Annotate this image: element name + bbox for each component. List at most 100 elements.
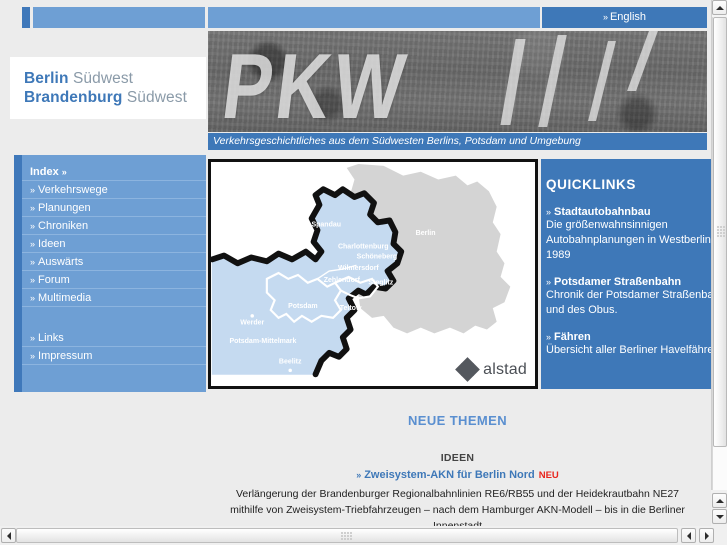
- map-label-zehlendorf: Zehlendorf: [324, 277, 361, 284]
- chevron-right-icon: »: [546, 207, 552, 217]
- sidebar-item-label: Forum: [38, 274, 70, 286]
- chevron-right-icon: »: [602, 12, 608, 22]
- map-label-wilmersdorf: Wilmersdorf: [338, 265, 379, 272]
- browser-viewport: » English Berlin Südwest Brandenburg Südw…: [0, 0, 711, 528]
- neue-themen-section: NEUE THEMEN IDEEN » Zweisystem-AKN für Be…: [208, 398, 707, 528]
- quicklink-title-label: Stadtautobahnbau: [554, 206, 651, 218]
- vertical-scrollbar-thumb[interactable]: [713, 17, 727, 447]
- chevron-right-icon: »: [30, 275, 36, 285]
- neue-themen-heading: NEUE THEMEN: [407, 413, 508, 428]
- sidebar-item-impressum[interactable]: » Impressum: [22, 347, 206, 365]
- neue-themen-kicker: IDEEN: [440, 452, 475, 464]
- horizontal-scrollbar-thumb[interactable]: [16, 528, 678, 543]
- arrow-down-icon: [715, 514, 724, 519]
- chevron-right-icon: »: [30, 257, 36, 267]
- scroll-left-button[interactable]: [1, 528, 16, 543]
- diamond-cluster-icon: [455, 357, 480, 382]
- web-page: » English Berlin Südwest Brandenburg Südw…: [0, 0, 711, 528]
- sidebar-item-label: Ideen: [38, 238, 66, 250]
- quicklink-entry: » Fähren Übersicht aller Berliner Havelfä…: [546, 331, 711, 358]
- chevron-right-icon: »: [30, 351, 36, 361]
- sidebar-item-links[interactable]: » Links: [22, 329, 206, 347]
- map-label-schoeneberg: Schöneberg: [357, 253, 397, 260]
- chevron-right-icon: »: [30, 221, 36, 231]
- banner-photo: PKW: [208, 31, 707, 132]
- alstad-logo: alstad: [455, 357, 527, 382]
- scroll-up-button[interactable]: [712, 0, 727, 15]
- quicklink-faehren[interactable]: » Fähren: [546, 331, 711, 343]
- sidebar-item-index[interactable]: Index»: [22, 163, 206, 181]
- arrow-left-icon: [686, 531, 691, 540]
- sidebar-divider: [22, 307, 206, 329]
- logo-line-1-rest: Südwest: [68, 70, 134, 87]
- top-bar-left-block: [33, 7, 205, 28]
- bottom-left-filler: [0, 398, 208, 528]
- scroll-left-button-right[interactable]: [681, 528, 696, 543]
- map-dot-teltow: [354, 298, 359, 303]
- sidebar-item-multimedia[interactable]: » Multimedia: [22, 289, 206, 307]
- scroll-right-button[interactable]: [699, 528, 714, 543]
- logo-line-2: Brandenburg Südwest: [24, 88, 206, 107]
- map-dot-beelitz: [288, 368, 292, 373]
- sidebar-item-forum[interactable]: » Forum: [22, 271, 206, 289]
- quicklink-potsdamer-strassenbahn[interactable]: » Potsdamer Straßenbahn: [546, 276, 711, 288]
- scroll-up-button-bottom[interactable]: [712, 493, 727, 508]
- sidebar-item-auswaerts[interactable]: » Auswärts: [22, 253, 206, 271]
- logo-line-1-bold: Berlin: [24, 70, 69, 87]
- quicklink-description: Übersicht aller Berliner Havelfähren: [546, 344, 711, 356]
- chevron-right-icon: »: [30, 203, 36, 213]
- region-map-svg: Spandau Charlottenburg Schöneberg Wilmer…: [211, 162, 534, 386]
- map-label-beelitz: Beelitz: [279, 359, 302, 366]
- chevron-right-icon: »: [30, 239, 36, 249]
- neue-themen-link[interactable]: » Zweisystem-AKN für Berlin Nord NEU: [208, 469, 707, 481]
- sidebar-nav: Index» » Verkehrswege » Planungen » Chronik…: [14, 155, 206, 392]
- neue-themen-link-label: Zweisystem-AKN für Berlin Nord: [364, 469, 535, 481]
- site-tagline: Verkehrsgeschichtliches aus dem Südweste…: [208, 133, 707, 150]
- top-bar-right-block: [208, 7, 540, 28]
- vertical-scrollbar[interactable]: [711, 0, 727, 490]
- quicklink-entry: » Stadtautobahnbau Die größenwahnsinnigen…: [546, 206, 711, 263]
- map-label-charlottenburg: Charlottenburg: [338, 244, 389, 251]
- sidebar-item-planungen[interactable]: » Planungen: [22, 199, 206, 217]
- chevron-right-icon: »: [30, 333, 36, 343]
- logo-line-2-bold: Brandenburg: [24, 89, 123, 106]
- alstad-logo-word: alstad: [483, 360, 527, 378]
- sidebar-nav-list: Index» » Verkehrswege » Planungen » Chronik…: [22, 155, 206, 365]
- map-dot-werder: [250, 314, 254, 318]
- site-logo[interactable]: Berlin Südwest Brandenburg Südwest: [10, 57, 206, 119]
- horizontal-scrollbar[interactable]: [0, 526, 727, 545]
- logo-line-1: Berlin Südwest: [24, 69, 206, 88]
- region-map[interactable]: Spandau Charlottenburg Schöneberg Wilmer…: [208, 159, 538, 389]
- sidebar-item-ideen[interactable]: » Ideen: [22, 235, 206, 253]
- scroll-down-button[interactable]: [712, 509, 727, 524]
- quicklinks-panel: QUICKLINKS » Stadtautobahnbau Die größenw…: [541, 159, 711, 389]
- quicklink-stadtautobahnbau[interactable]: » Stadtautobahnbau: [546, 206, 711, 218]
- logo-line-2-rest: Südwest: [122, 89, 187, 106]
- sidebar-item-verkehrswege[interactable]: » Verkehrswege: [22, 181, 206, 199]
- top-bar: » English: [0, 0, 711, 28]
- language-link[interactable]: » English: [542, 7, 707, 28]
- sidebar-item-label: Links: [38, 332, 64, 344]
- language-link-label: English: [609, 11, 647, 23]
- chevron-right-icon: »: [356, 470, 362, 480]
- quicklink-description: Die größenwahnsinnigen Autobahnplanungen…: [546, 219, 711, 261]
- map-label-berlin: Berlin: [416, 230, 436, 237]
- map-label-werder: Werder: [240, 320, 264, 327]
- quicklink-title-label: Potsdamer Straßenbahn: [554, 276, 682, 288]
- quicklink-description: Chronik der Potsdamer Straßenbahn und de…: [546, 289, 711, 316]
- scrollbar-grip-icon: [341, 532, 353, 540]
- scrollbar-grip-icon: [717, 226, 725, 238]
- sidebar-item-chroniken[interactable]: » Chroniken: [22, 217, 206, 235]
- chevron-right-icon: »: [30, 293, 36, 303]
- map-label-potsdam-mittelmark: Potsdam-Mittelmark: [229, 338, 296, 345]
- map-label-spandau: Spandau: [311, 221, 341, 228]
- map-label-teltow: Teltow: [340, 305, 362, 312]
- arrow-left-icon: [6, 531, 11, 540]
- sidebar-item-label: Impressum: [38, 350, 93, 362]
- quicklinks-heading: QUICKLINKS: [546, 177, 636, 192]
- chevron-right-icon: »: [546, 277, 552, 287]
- sidebar-item-label: Index: [30, 166, 59, 178]
- sidebar-item-label: Planungen: [38, 202, 91, 214]
- chevron-right-icon: »: [546, 332, 552, 342]
